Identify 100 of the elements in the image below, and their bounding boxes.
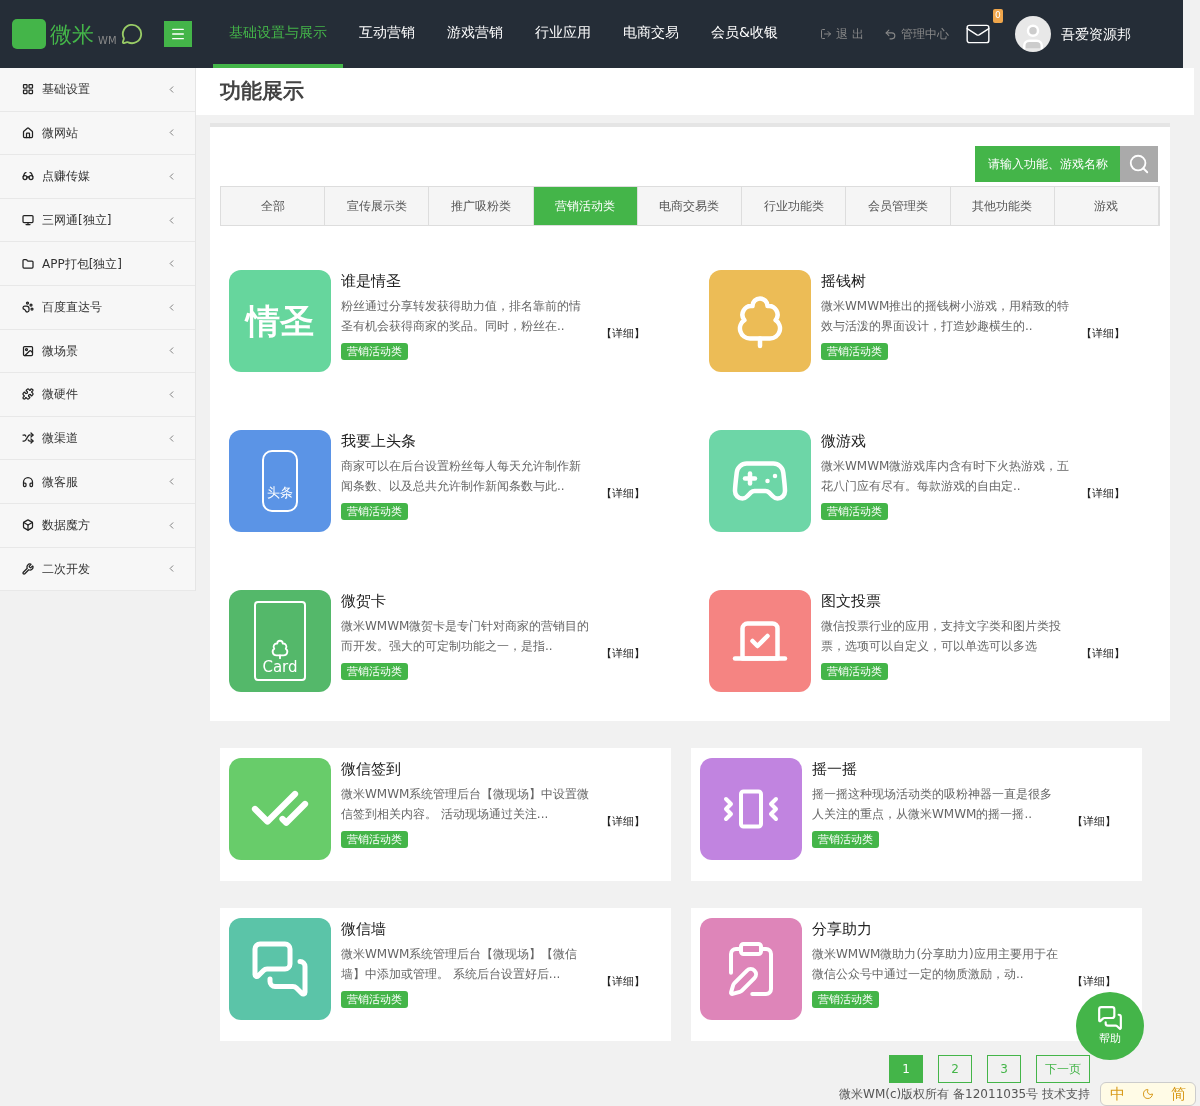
user-avatar[interactable]	[1014, 16, 1051, 52]
app-title[interactable]: 微信签到	[341, 758, 591, 780]
detail-link[interactable]: 【详细】	[601, 814, 645, 831]
category-tab[interactable]: 全部	[221, 187, 326, 225]
sidebar-item[interactable]: 微硬件	[0, 373, 195, 417]
headphones-icon	[22, 475, 34, 488]
username[interactable]: 吾爱资源邦	[1060, 23, 1131, 45]
page-title: 功能展示	[220, 77, 304, 105]
category-tag: 营销活动类	[812, 991, 879, 1008]
app-description: 粉丝通过分享转发获得助力值，排名靠前的情圣有机会获得商家的奖品。同时，粉丝在..	[341, 298, 582, 335]
category-tag: 营销活动类	[341, 343, 408, 360]
category-tag: 营销活动类	[821, 503, 888, 520]
sidebar-label: 微场景	[42, 342, 79, 360]
glasses-icon	[22, 170, 34, 183]
category-tab[interactable]: 行业功能类	[742, 187, 847, 225]
sidebar-label: 基础设置	[42, 81, 91, 99]
sidebar-item[interactable]: 微渠道	[0, 416, 195, 461]
search-icon	[1128, 153, 1150, 175]
category-tab[interactable]: 电商交易类	[637, 187, 743, 225]
home-icon	[22, 126, 34, 139]
menu-icon	[170, 26, 186, 42]
app-description: 商家可以在后台设置粉丝每人每天允许制作新闻条数、以及总共允许制作新闻条数与此..	[341, 458, 582, 495]
category-tab[interactable]: 会员管理类	[846, 187, 951, 225]
admin-center-link[interactable]: 管理中心	[900, 25, 949, 43]
moon-icon	[1142, 1088, 1154, 1100]
detail-link[interactable]: 【详细】	[601, 646, 645, 663]
app-title[interactable]: 微贺卡	[341, 590, 591, 612]
app-title[interactable]: 分享助力	[812, 918, 1062, 940]
sidebar-item[interactable]: 微客服	[0, 460, 195, 504]
app-title[interactable]: 摇钱树	[821, 270, 1071, 292]
monitor-icon	[22, 214, 34, 227]
detail-link[interactable]: 【详细】	[601, 974, 645, 991]
sidebar-item[interactable]: 点赚传媒	[0, 155, 195, 199]
detail-link[interactable]: 【详细】	[1081, 486, 1125, 503]
sidebar-label: 百度直达号	[42, 299, 103, 317]
tree-icon	[269, 638, 291, 660]
tag-text: 头条	[267, 483, 293, 502]
app-description: 微米WMWM微助力(分享助力)应用主要用于在微信公众号中通过一定的物质激励，动..	[812, 946, 1059, 983]
category-tab[interactable]: 推广吸粉类	[429, 187, 534, 225]
chat-bubble-icon	[120, 23, 143, 45]
app-title[interactable]: 图文投票	[821, 590, 1071, 612]
sidebar-item[interactable]: 微网站	[0, 111, 195, 156]
app-title[interactable]: 摇一摇	[812, 758, 1062, 780]
category-tag: 营销活动类	[341, 991, 408, 1008]
category-tag: 营销活动类	[341, 503, 408, 520]
sidebar-item[interactable]: 百度直达号	[0, 285, 195, 330]
puzzle-icon	[22, 388, 34, 401]
detail-link[interactable]: 【详细】	[601, 326, 645, 343]
nav-tab[interactable]: 行业应用	[519, 0, 607, 68]
nav-tab[interactable]: 电商交易	[607, 0, 695, 68]
chat-icon	[1097, 1004, 1123, 1031]
grid-icon	[22, 83, 34, 96]
detail-link[interactable]: 【详细】	[1081, 326, 1125, 343]
detail-link[interactable]: 【详细】	[1081, 646, 1125, 663]
paw-icon	[22, 301, 34, 314]
menu-button[interactable]	[164, 21, 192, 47]
sidebar-item[interactable]: 三网通[独立]	[0, 198, 195, 243]
app-description: 微米WMWM微游戏库内含有时下火热游戏，五花八门应有尽有。每款游戏的自由定..	[821, 458, 1071, 495]
logo-subtext: WM	[98, 33, 117, 48]
cube-icon	[22, 519, 34, 532]
app-title[interactable]: 微游戏	[821, 430, 1071, 452]
category-tab[interactable]: 其他功能类	[950, 187, 1055, 225]
folder-icon	[22, 257, 34, 270]
footer-text: 微米WM(c)版权所有 备12011035号 技术支持	[839, 1086, 1090, 1103]
logo-text: 微米	[50, 20, 94, 49]
category-tab[interactable]: 宣传展示类	[325, 187, 430, 225]
logo-icon	[12, 19, 46, 49]
nav-tab[interactable]: 游戏营销	[431, 0, 519, 68]
category-tag: 营销活动类	[341, 831, 408, 848]
nav-tab[interactable]: 互动营销	[343, 0, 431, 68]
category-tab[interactable]: 游戏	[1054, 187, 1159, 225]
logout-icon	[819, 28, 832, 40]
app-description: 微米WMWM微贺卡是专门针对商家的营销目的而开发。强大的可定制功能之一，是指..	[341, 618, 591, 655]
sidebar-item[interactable]: 基础设置	[0, 68, 195, 112]
detail-link[interactable]: 【详细】	[1072, 814, 1116, 831]
sidebar-label: 点赚传媒	[42, 168, 91, 186]
wrench-icon	[22, 562, 34, 575]
category-tag: 营销活动类	[812, 831, 879, 848]
app-title[interactable]: 我要上头条	[341, 430, 591, 452]
sidebar-label: APP打包[独立]	[42, 255, 124, 273]
card-text: Card	[262, 660, 298, 675]
detail-link[interactable]: 【详细】	[601, 486, 645, 503]
sidebar-item[interactable]: 数据魔方	[0, 503, 195, 548]
detail-link[interactable]: 【详细】	[1072, 974, 1116, 991]
sidebar-item[interactable]: APP打包[独立]	[0, 242, 195, 286]
sidebar-label: 微硬件	[42, 386, 79, 404]
sidebar-item[interactable]: 微场景	[0, 329, 195, 374]
sidebar-item[interactable]: 二次开发	[0, 547, 195, 592]
sidebar-label: 数据魔方	[42, 517, 91, 535]
app-description: 摇一摇这种现场活动类的吸粉神器一直是很多人关注的重点，从微米WMWM的摇一摇..	[812, 786, 1053, 823]
sidebar-label: 三网通[独立]	[42, 212, 113, 230]
app-description: 微米WMWM系统管理后台【微现场】中设置微信签到相关内容。 活动现场通过关注...	[341, 786, 591, 823]
app-description: 微信投票行业的应用，支持文字类和图片类投票，选项可以自定义，可以单选可以多选	[821, 618, 1062, 655]
app-title[interactable]: 谁是情圣	[341, 270, 591, 292]
mail-count-badge: 0	[993, 9, 1003, 23]
app-title[interactable]: 微信墙	[341, 918, 591, 940]
logout-link[interactable]: 退 出	[835, 25, 864, 43]
nav-tab[interactable]: 会员&收银	[695, 0, 794, 68]
chat-icon	[250, 939, 310, 999]
app-description: 微米WMWM系统管理后台【微现场】【微信墙】中添加或管理。 系统后台设置好后...	[341, 946, 579, 983]
